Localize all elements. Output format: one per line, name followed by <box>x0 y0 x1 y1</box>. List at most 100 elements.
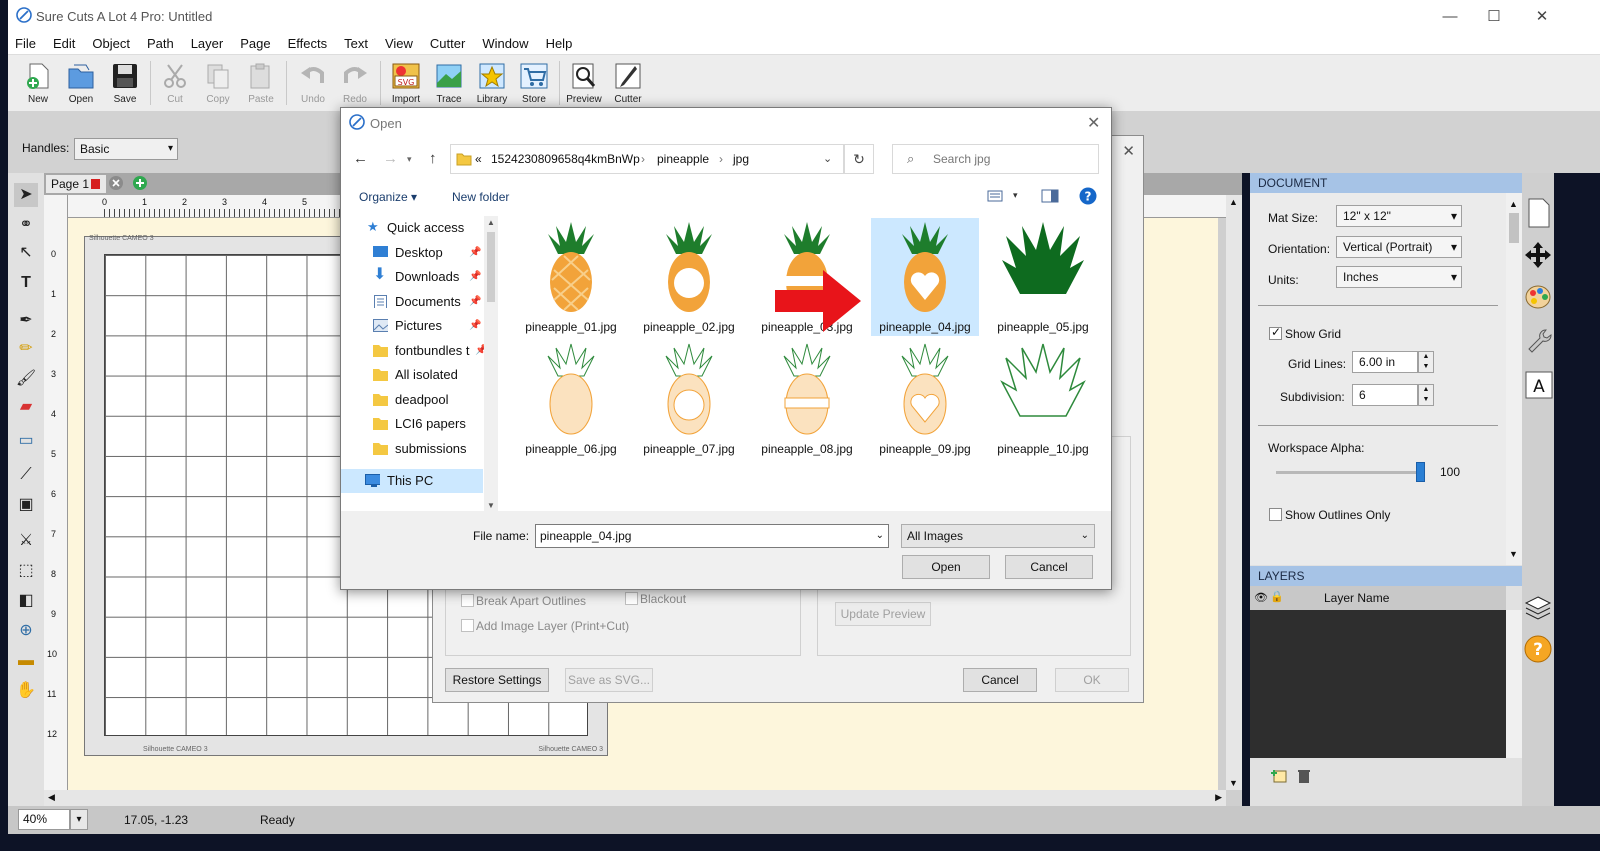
import-button[interactable]: SVG Import <box>386 61 426 105</box>
scroll-left-icon[interactable]: ◀ <box>48 792 55 803</box>
file-thumbnail[interactable]: pineapple_02.jpg <box>635 218 743 336</box>
pen-tool-icon[interactable]: ✒ <box>14 309 38 333</box>
menu-path[interactable]: Path <box>147 36 174 51</box>
shadow-tool-icon[interactable]: ▣ <box>14 493 38 517</box>
file-thumbnail[interactable]: pineapple_01.jpg <box>517 218 625 336</box>
break-apart-checkbox[interactable] <box>461 594 474 607</box>
hand-tool-icon[interactable]: ✋ <box>14 679 38 703</box>
store-button[interactable]: Store <box>514 61 554 105</box>
redo-button[interactable]: Redo <box>335 61 375 105</box>
scroll-up-icon[interactable]: ▲ <box>487 218 495 227</box>
forward-arrow-icon[interactable]: → <box>383 150 398 167</box>
nav-this-pc[interactable]: This PC <box>341 469 483 493</box>
chevron-down-icon[interactable]: ⌄ <box>876 525 884 547</box>
scroll-up-icon[interactable]: ▲ <box>1509 199 1518 209</box>
alpha-slider-track[interactable] <box>1276 471 1422 474</box>
eyedropper-tool-icon[interactable]: ⟋ <box>14 463 38 487</box>
vertical-scrollbar[interactable]: ▲ ▼ <box>1226 195 1242 790</box>
file-type-select[interactable]: All Images ⌄ <box>901 524 1095 548</box>
dialog-close-button[interactable]: ✕ <box>1087 113 1100 133</box>
alpha-slider-thumb[interactable] <box>1416 462 1425 482</box>
scroll-down-icon[interactable]: ▼ <box>487 501 495 510</box>
handles-select[interactable]: Basic ▾ <box>74 138 178 160</box>
breadcrumb-segment[interactable]: pineapple <box>657 152 709 166</box>
transform-tool-icon[interactable]: ⬚ <box>14 559 38 583</box>
trace-button[interactable]: Trace <box>429 61 469 105</box>
layers-stack-icon[interactable] <box>1524 593 1552 621</box>
show-grid-checkbox[interactable]: ✓ <box>1269 325 1282 340</box>
preview-button[interactable]: Preview <box>564 61 604 105</box>
maximize-button[interactable]: ☐ <box>1472 6 1516 28</box>
file-thumbnail-selected[interactable]: pineapple_04.jpg <box>871 218 979 336</box>
add-layer-icon[interactable] <box>1270 768 1288 784</box>
move-arrows-icon[interactable] <box>1524 241 1552 269</box>
back-arrow-icon[interactable]: ← <box>353 150 368 167</box>
page-tab[interactable]: Page 1 <box>46 175 106 193</box>
show-outlines-checkbox[interactable] <box>1269 508 1282 521</box>
new-folder-button[interactable]: New folder <box>452 190 509 204</box>
save-button[interactable]: Save <box>105 61 145 105</box>
chevron-down-icon[interactable]: ⌄ <box>823 152 832 165</box>
menu-file[interactable]: File <box>15 36 36 51</box>
node-edit-tool-icon[interactable]: ↖ <box>14 241 38 265</box>
file-thumbnail[interactable]: pineapple_08.jpg <box>753 340 861 458</box>
breadcrumb-segment[interactable]: jpg <box>733 152 749 166</box>
close-button[interactable]: ✕ <box>1520 6 1564 28</box>
add-image-layer-checkbox[interactable] <box>461 619 474 632</box>
file-thumbnail[interactable]: pineapple_06.jpg <box>517 340 625 458</box>
text-tool-icon[interactable]: T <box>14 271 38 295</box>
scroll-right-icon[interactable]: ▶ <box>1215 792 1222 803</box>
close-icon[interactable]: ✕ <box>1122 142 1135 160</box>
organize-menu[interactable]: Organize ▾ <box>359 190 417 204</box>
restore-settings-button[interactable]: Restore Settings <box>445 668 549 692</box>
file-thumbnail[interactable]: pineapple_09.jpg <box>871 340 979 458</box>
cutter-button[interactable]: Cutter <box>608 61 648 105</box>
grid-lines-spinner[interactable]: ▲ ▼ <box>1418 351 1434 373</box>
close-page-icon[interactable] <box>108 175 124 191</box>
scroll-thumb[interactable] <box>487 232 495 302</box>
scroll-thumb[interactable] <box>1509 213 1519 243</box>
file-thumbnail[interactable]: pineapple_05.jpg <box>989 218 1097 336</box>
cut-button[interactable]: Cut <box>155 61 195 105</box>
search-input[interactable]: ⌕ Search jpg <box>892 144 1099 174</box>
view-options-chevron-icon[interactable]: ▾ <box>1013 190 1018 201</box>
open-button[interactable]: Open <box>61 61 101 105</box>
new-button[interactable]: New <box>18 61 58 105</box>
color-palette-icon[interactable] <box>1524 283 1552 311</box>
add-page-icon[interactable] <box>132 175 148 191</box>
import-cancel-button[interactable]: Cancel <box>963 668 1037 692</box>
eraser-tool-icon[interactable]: ▰ <box>14 395 38 419</box>
menu-text[interactable]: Text <box>344 36 368 51</box>
rectangle-tool-icon[interactable]: ▭ <box>14 429 38 453</box>
layers-list[interactable] <box>1250 610 1506 758</box>
scroll-up-icon[interactable]: ▲ <box>1229 197 1238 207</box>
mirror-tool-icon[interactable]: ◧ <box>14 589 38 613</box>
menu-layer[interactable]: Layer <box>191 36 224 51</box>
menu-help[interactable]: Help <box>546 36 573 51</box>
text-size-icon[interactable]: A <box>1525 371 1553 399</box>
zoom-dropdown[interactable]: ▾ <box>70 809 88 830</box>
layers-scrollbar[interactable] <box>1506 610 1522 758</box>
blackout-checkbox[interactable] <box>625 592 638 605</box>
save-as-svg-button[interactable]: Save as SVG... <box>565 668 653 692</box>
refresh-button[interactable]: ↻ <box>844 144 874 174</box>
document-page-icon[interactable] <box>1526 197 1552 229</box>
up-arrow-icon[interactable]: ↑ <box>429 150 437 167</box>
orientation-select[interactable]: Vertical (Portrait) ▾ <box>1336 236 1462 258</box>
scroll-down-icon[interactable]: ▼ <box>1229 778 1238 788</box>
scroll-down-icon[interactable]: ▼ <box>1509 549 1518 559</box>
copy-button[interactable]: Copy <box>198 61 238 105</box>
units-select[interactable]: Inches ▾ <box>1336 266 1462 288</box>
file-thumbnail[interactable]: pineapple_07.jpg <box>635 340 743 458</box>
pencil-tool-icon[interactable]: ✏ <box>14 337 38 361</box>
minimize-button[interactable]: — <box>1428 6 1472 28</box>
import-ok-button[interactable]: OK <box>1055 668 1129 692</box>
grid-lines-input[interactable]: 6.00 in <box>1352 351 1418 373</box>
delete-layer-icon[interactable] <box>1296 768 1312 784</box>
breadcrumb-overflow[interactable]: « <box>475 152 482 166</box>
weld-tool-icon[interactable]: ⚭ <box>14 213 38 237</box>
menu-object[interactable]: Object <box>92 36 130 51</box>
view-options-icon[interactable] <box>987 190 1003 202</box>
menu-page[interactable]: Page <box>240 36 270 51</box>
menu-effects[interactable]: Effects <box>288 36 328 51</box>
